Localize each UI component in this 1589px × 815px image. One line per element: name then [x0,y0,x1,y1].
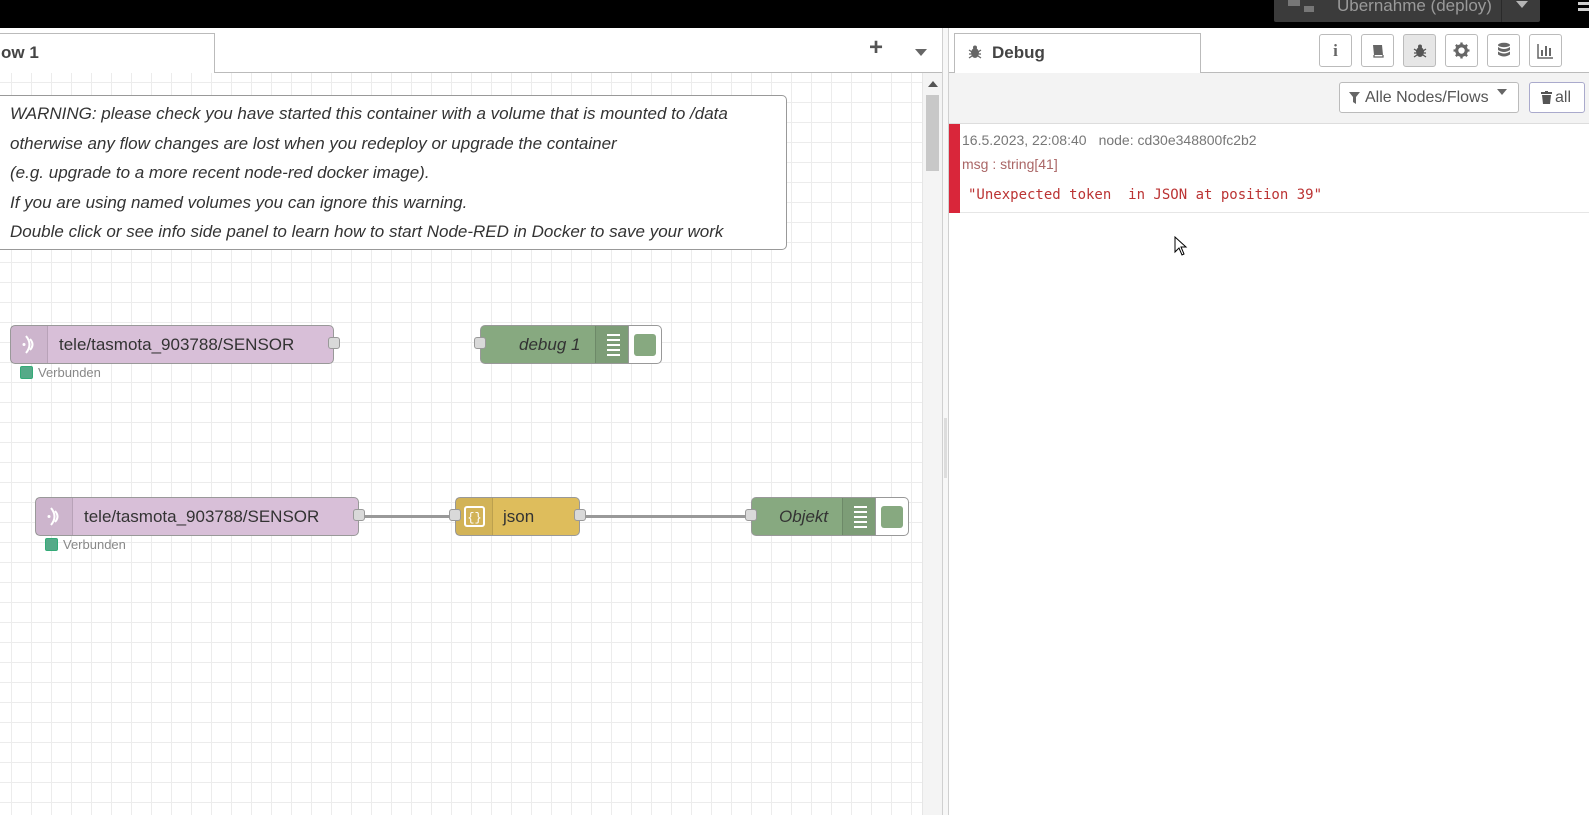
chart-icon [1537,43,1553,59]
output-port[interactable] [574,509,586,521]
workspace-tabs: ow 1 + [0,28,942,74]
dashboard-button[interactable] [1529,34,1562,67]
mqtt-icon [11,326,48,363]
config-button[interactable] [1445,34,1478,67]
output-port[interactable] [328,337,340,349]
list-icon [595,326,629,363]
node-label: Objekt [779,507,829,526]
hamburger-menu-icon[interactable] [1578,0,1589,16]
scrollbar-thumb[interactable] [926,95,939,171]
debug-message[interactable]: 16.5.2023, 22:08:40 node: cd30e348800fc2b… [949,124,1589,213]
scroll-up-icon[interactable] [928,81,938,87]
node-label: json [503,507,535,526]
canvas-scrollbar[interactable] [922,73,942,815]
node-status: Verbunden [45,537,126,552]
status-dot-icon [45,538,58,551]
flow-canvas[interactable]: WARNING: please check you have started t… [0,73,922,815]
json-node[interactable]: {} json [455,497,580,536]
output-port[interactable] [353,509,365,521]
wire[interactable] [360,515,456,518]
tab-label: ow 1 [1,43,39,62]
header-bar: Übernahme (deploy) [0,0,1589,28]
input-port[interactable] [474,337,486,349]
caret-down-icon [1497,89,1507,95]
tab-flow-1[interactable]: ow 1 [0,33,215,74]
mouse-cursor-icon [1174,236,1188,256]
input-port[interactable] [449,509,461,521]
node-status: Verbunden [20,365,101,380]
deploy-separator [1501,0,1502,22]
json-icon: {} [456,498,493,535]
clear-label: all [1555,89,1572,106]
debug-toggle-button[interactable] [875,497,909,536]
node-label: tele/tasmota_903788/SENSOR [59,335,295,354]
caret-down-icon[interactable] [915,49,927,56]
tab-label: Debug [992,43,1045,62]
info-icon: i [1333,40,1338,60]
gear-icon [1453,42,1470,59]
bug-icon [1413,44,1426,58]
filter-icon [1349,92,1360,104]
splitter-grip[interactable] [944,418,947,478]
message-timestamp: 16.5.2023, 22:08:40 [962,132,1087,148]
sidebar-tabbar: Debug i [949,28,1589,74]
book-icon [1372,44,1384,58]
add-flow-icon[interactable]: + [869,36,883,60]
sidebar-splitter[interactable] [942,28,949,815]
message-node-id[interactable]: node: cd30e348800fc2b2 [1099,132,1257,148]
input-port[interactable] [745,509,757,521]
wire[interactable] [582,515,752,518]
debug-toolbar: Alle Nodes/Flows all [949,73,1589,124]
database-icon [1497,42,1510,57]
comment-line: WARNING: please check you have started t… [10,104,728,123]
message-value[interactable]: "Unexpected token in JSON at position 39… [968,187,1322,203]
mqtt-in-node[interactable]: tele/tasmota_903788/SENSOR [35,497,359,536]
mqtt-icon [36,498,73,535]
svg-text:{}: {} [467,511,481,525]
warning-comment-node[interactable]: WARNING: please check you have started t… [0,95,787,250]
message-meta: 16.5.2023, 22:08:40 node: cd30e348800fc2b… [962,132,1257,148]
context-button[interactable] [1487,34,1520,67]
mqtt-in-node[interactable]: tele/tasmota_903788/SENSOR [10,325,334,364]
clear-button[interactable]: all [1529,82,1585,113]
sidebar: Debug i Alle Nodes/Flows all 16.5.2023, … [949,28,1589,815]
help-button[interactable] [1361,34,1394,67]
debug-toggle-button[interactable] [628,325,662,364]
trash-icon [1541,91,1552,104]
tab-debug[interactable]: Debug [954,33,1201,74]
debug-node[interactable]: debug 1 [480,325,630,364]
deploy-options-icon[interactable] [1516,1,1528,8]
message-type: msg : string[41] [962,156,1058,172]
filter-label: Alle Nodes/Flows [1365,89,1489,106]
comment-line: (e.g. upgrade to a more recent node-red … [10,163,430,182]
status-dot-icon [20,366,33,379]
node-red-editor: Übernahme (deploy) ow 1 + WARNING: pleas… [0,0,1589,815]
comment-line: otherwise any flow changes are lost when… [10,134,617,153]
debug-node[interactable]: Objekt [751,497,877,536]
deploy-button[interactable]: Übernahme (deploy) [1274,0,1540,22]
deploy-icon [1288,0,1314,12]
deploy-label: Übernahme (deploy) [1337,0,1492,15]
info-button[interactable]: i [1319,34,1352,67]
error-marker [949,124,960,213]
bug-icon [968,45,982,59]
comment-line: Double click or see info side panel to l… [10,222,724,241]
debug-button[interactable] [1403,34,1436,67]
node-label: debug 1 [519,335,581,354]
filter-button[interactable]: Alle Nodes/Flows [1339,82,1519,113]
comment-line: If you are using named volumes you can i… [10,193,468,212]
node-label: tele/tasmota_903788/SENSOR [84,507,320,526]
list-icon [842,498,876,535]
